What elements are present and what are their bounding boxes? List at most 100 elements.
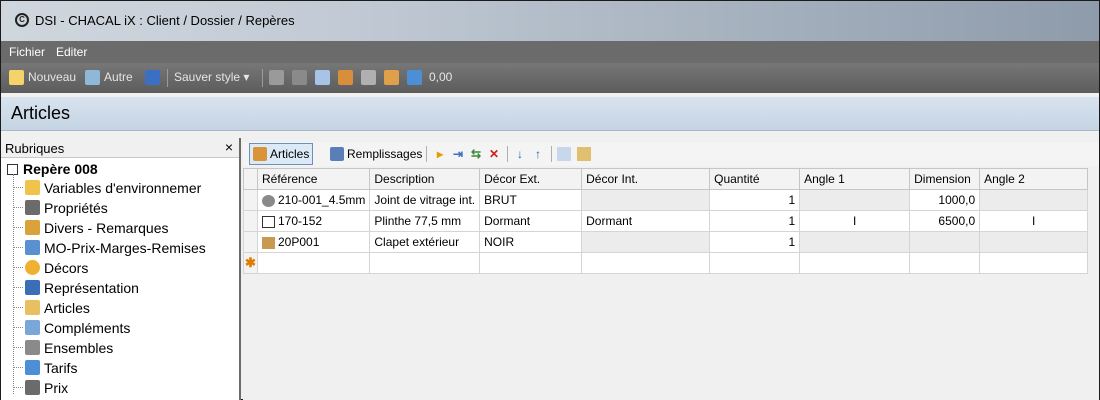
copy-icon[interactable] xyxy=(269,70,284,85)
arrow-down-icon[interactable]: ↓ xyxy=(513,147,527,161)
cell-quantite[interactable]: 1 xyxy=(709,210,801,232)
tree-item-articles[interactable]: Articles xyxy=(13,298,90,317)
tree-item-label: Ensembles xyxy=(44,339,114,356)
new-row[interactable]: ✱ xyxy=(243,252,1089,274)
tree-item-representation[interactable]: Représentation xyxy=(13,278,139,297)
cell-angle1[interactable]: I xyxy=(799,210,911,232)
cell-reference[interactable] xyxy=(256,252,371,274)
tree-item-mo-prix[interactable]: MO-Prix-Marges-Remises xyxy=(13,238,206,257)
cell-dimension[interactable]: 1000,0 xyxy=(909,189,981,211)
paste-icon[interactable] xyxy=(577,147,591,161)
vent-icon xyxy=(262,236,275,249)
cell-decor-ext[interactable]: NOIR xyxy=(479,231,583,253)
sauver-style-button[interactable]: Sauver style ▾ xyxy=(174,70,249,84)
arrow-up-icon[interactable]: ↑ xyxy=(531,147,545,161)
tree-branch xyxy=(13,327,23,328)
column-header[interactable]: Angle 2 xyxy=(979,168,1089,190)
column-header[interactable]: Décor Ext. xyxy=(479,168,583,190)
tree-item-label: Articles xyxy=(44,299,90,316)
tree-item-divers[interactable]: Divers - Remarques xyxy=(13,218,168,237)
autre-button[interactable]: Autre xyxy=(104,70,133,84)
tree-item-prix[interactable]: Prix xyxy=(13,378,68,397)
cell-quantite[interactable]: 1 xyxy=(709,189,801,211)
cell-reference[interactable]: 20P001 xyxy=(256,231,371,253)
cell-angle1[interactable] xyxy=(799,189,911,211)
cell-reference[interactable]: 170-152 xyxy=(256,210,371,232)
table-row[interactable]: 20P001 Clapet extérieur NOIR 1 xyxy=(243,231,1089,253)
column-header[interactable]: Référence xyxy=(256,168,371,190)
cell-decor-ext[interactable]: Dormant xyxy=(479,210,583,232)
cell-quantite[interactable]: 1 xyxy=(709,231,801,253)
column-header[interactable]: Angle 1 xyxy=(799,168,911,190)
app-window: C DSI - CHACAL iX : Client / Dossier / R… xyxy=(0,0,1100,400)
section-title: Articles xyxy=(11,103,71,123)
calculator-icon[interactable] xyxy=(361,70,376,85)
table-icon[interactable] xyxy=(407,70,422,85)
cell-dimension[interactable] xyxy=(909,231,981,253)
complements-icon xyxy=(25,320,40,335)
move-icon[interactable]: ⇆ xyxy=(469,147,483,161)
delete-icon[interactable] xyxy=(292,70,307,85)
column-header[interactable]: Dimension xyxy=(909,168,981,190)
tree-item-variables[interactable]: Variables d'environnemer xyxy=(13,178,201,197)
tree-item-ensembles[interactable]: Ensembles xyxy=(13,338,113,357)
tree-item-proprietes[interactable]: Propriétés xyxy=(13,198,108,217)
tree-branch xyxy=(13,207,23,208)
cell-decor-int[interactable] xyxy=(581,189,711,211)
cell-angle2[interactable] xyxy=(979,189,1089,211)
table-row[interactable]: 170-152 Plinthe 77,5 mm Dormant Dormant … xyxy=(243,210,1089,232)
cell-quantite[interactable] xyxy=(709,252,801,274)
column-header[interactable]: Quantité xyxy=(709,168,801,190)
panel-header: Rubriques × xyxy=(1,138,239,158)
cell-reference[interactable]: 210-001_4.5mm xyxy=(256,189,371,211)
cell-decor-int[interactable] xyxy=(581,252,711,274)
cell-angle2[interactable] xyxy=(979,252,1089,274)
cell-description[interactable]: Joint de vitrage int. xyxy=(369,189,481,211)
cell-angle2[interactable] xyxy=(979,231,1089,253)
cell-angle2[interactable]: I xyxy=(979,210,1089,232)
cell-description[interactable] xyxy=(369,252,481,274)
close-icon[interactable]: × xyxy=(225,139,233,155)
toolbar-separator xyxy=(551,146,552,162)
tab-remplissages[interactable]: Remplissages xyxy=(327,143,425,165)
tree-item-decors[interactable]: Décors xyxy=(13,258,88,277)
row-indicator[interactable] xyxy=(243,231,258,253)
cell-dimension[interactable]: 6500,0 xyxy=(909,210,981,232)
cell-decor-int[interactable] xyxy=(581,231,711,253)
copyright-app-icon: C xyxy=(15,13,29,27)
copy-icon[interactable] xyxy=(557,147,571,161)
articles-table: Référence Description Décor Ext. Décor I… xyxy=(243,168,1089,274)
nouveau-button[interactable]: Nouveau xyxy=(28,70,76,84)
cell-angle1[interactable] xyxy=(799,231,911,253)
articles-icon xyxy=(253,147,267,161)
tree-item-tarifs[interactable]: Tarifs xyxy=(13,358,77,377)
indent-icon[interactable]: ⇥ xyxy=(451,147,465,161)
menu-fichier[interactable]: Fichier xyxy=(9,45,45,59)
save-icon[interactable] xyxy=(145,70,160,85)
edit-icon[interactable] xyxy=(315,70,330,85)
tree-item-complements[interactable]: Compléments xyxy=(13,318,130,337)
row-indicator[interactable] xyxy=(243,189,258,211)
toolbar-separator xyxy=(426,146,427,162)
insert-row-icon[interactable]: ▸ xyxy=(433,147,447,161)
undo-icon[interactable] xyxy=(338,70,353,85)
delete-row-icon[interactable]: ✕ xyxy=(487,147,501,161)
cell-angle1[interactable] xyxy=(799,252,911,274)
cell-description[interactable]: Clapet extérieur xyxy=(369,231,481,253)
column-header[interactable]: Décor Int. xyxy=(581,168,711,190)
table-row[interactable]: 210-001_4.5mm Joint de vitrage int. BRUT… xyxy=(243,189,1089,211)
cell-decor-int[interactable]: Dormant xyxy=(581,210,711,232)
column-header[interactable]: Description xyxy=(369,168,481,190)
tab-articles[interactable]: Articles xyxy=(249,143,314,165)
tree-root-repere[interactable]: Repère 008 xyxy=(7,161,98,177)
profile-icon xyxy=(262,215,275,228)
row-indicator[interactable] xyxy=(243,210,258,232)
cell-decor-ext[interactable] xyxy=(479,252,583,274)
tools-icon[interactable] xyxy=(384,70,399,85)
tree-item-label: Propriétés xyxy=(44,199,108,216)
cell-description[interactable]: Plinthe 77,5 mm xyxy=(369,210,481,232)
menu-editer[interactable]: Editer xyxy=(56,45,87,59)
cell-dimension[interactable] xyxy=(909,252,981,274)
cell-decor-ext[interactable]: BRUT xyxy=(479,189,583,211)
new-row-indicator[interactable]: ✱ xyxy=(243,252,258,274)
